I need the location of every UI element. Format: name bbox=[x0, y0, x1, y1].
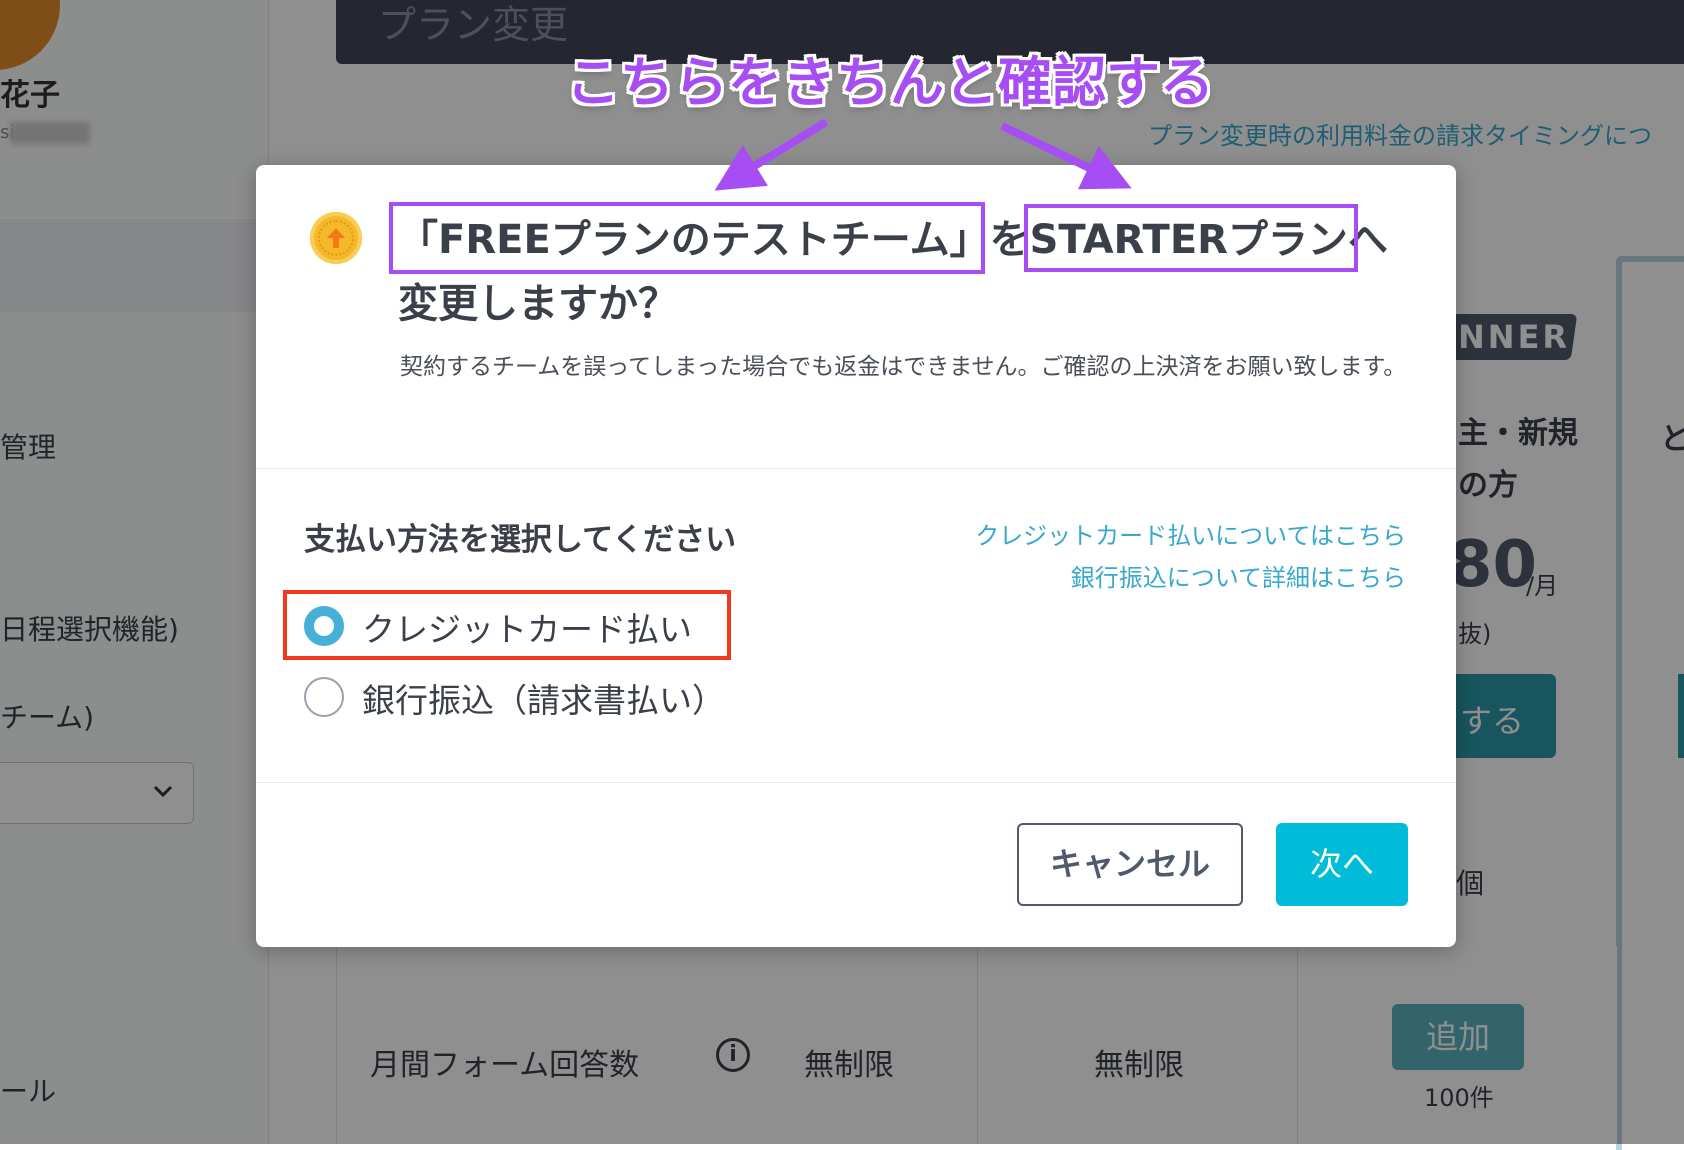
annotation-arrows bbox=[714, 118, 1132, 191]
annotation-box-team bbox=[389, 202, 985, 274]
annotation-box-plan bbox=[1024, 204, 1358, 272]
annotation-box-credit-card bbox=[283, 590, 731, 660]
annotation-arrow-right bbox=[1000, 122, 1132, 190]
annotation-arrow-left bbox=[714, 118, 829, 191]
